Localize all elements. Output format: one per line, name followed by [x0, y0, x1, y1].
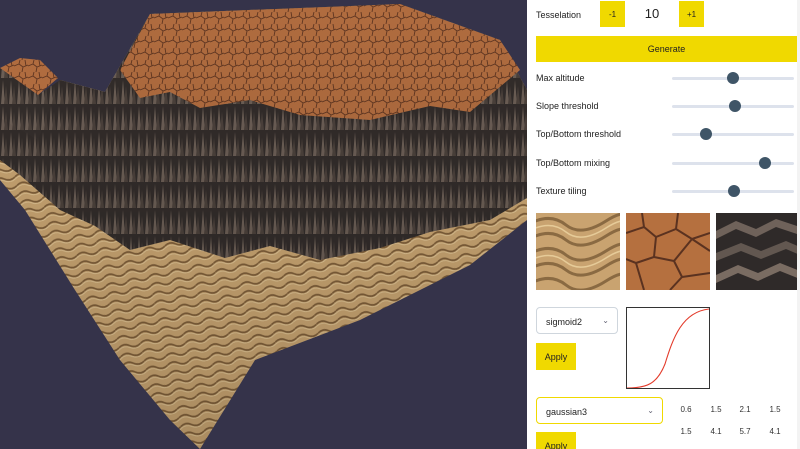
slider-label: Slope threshold — [536, 101, 599, 111]
mud-texture-image — [626, 213, 710, 290]
slider-row: Texture tiling — [527, 181, 800, 201]
sand-texture-image — [536, 213, 620, 290]
terrain-viewport[interactable] — [0, 0, 527, 449]
chevron-down-icon: ⌄ — [647, 406, 654, 415]
slider-row: Max altitude — [527, 68, 800, 88]
curve-function-value: sigmoid2 — [546, 317, 583, 327]
param-cell: 1.5 — [680, 427, 692, 436]
sigmoid-curve-plot — [626, 308, 710, 389]
param-cell: 1.5 — [769, 405, 781, 414]
gaussian-function-value: gaussian3 — [546, 407, 588, 417]
param-cell: 4.1 — [710, 427, 722, 436]
slider-label: Top/Bottom mixing — [536, 158, 611, 168]
tesselation-value: 10 — [644, 6, 660, 21]
tesselation-increase-button[interactable]: +1 — [679, 1, 704, 27]
tesselation-row: Tesselation -1 10 +1 — [527, 0, 800, 30]
chevron-down-icon: ⌄ — [602, 316, 609, 325]
slider-thumb[interactable] — [727, 72, 739, 84]
rock-texture-thumbnail[interactable] — [716, 213, 800, 290]
sigmoid-curve-line — [626, 308, 710, 389]
sand-texture-thumbnail[interactable] — [536, 213, 620, 290]
slider-label: Texture tiling — [536, 186, 587, 196]
curve-apply-button[interactable]: Apply — [536, 343, 576, 370]
slider-track[interactable] — [672, 162, 794, 165]
param-cell: 2.1 — [739, 405, 751, 414]
generate-button[interactable]: Generate — [536, 36, 797, 62]
tesselation-label: Tesselation — [536, 10, 582, 20]
slider-thumb[interactable] — [728, 185, 741, 197]
gaussian-apply-button[interactable]: Apply — [536, 432, 576, 449]
slider-thumb[interactable] — [729, 100, 742, 112]
mud-texture-thumbnail[interactable] — [626, 213, 710, 290]
tesselation-decrease-button[interactable]: -1 — [600, 1, 625, 27]
terrain-render[interactable] — [0, 0, 527, 449]
slider-row: Top/Bottom mixing — [527, 153, 800, 173]
slider-label: Max altitude — [536, 73, 585, 83]
rock-texture-image — [716, 213, 800, 290]
param-cell: 4.1 — [769, 427, 781, 436]
slider-label: Top/Bottom threshold — [536, 129, 622, 139]
slider-row: Slope threshold — [527, 96, 800, 116]
control-panel: Tesselation -1 10 +1 Generate Max altitu… — [527, 0, 800, 449]
slider-track[interactable] — [672, 133, 794, 136]
param-cell: 5.7 — [739, 427, 751, 436]
gaussian-function-select[interactable]: gaussian3 ⌄ — [536, 397, 663, 424]
slider-row: Top/Bottom threshold — [527, 124, 800, 144]
curve-preview — [626, 307, 710, 389]
slider-thumb[interactable] — [758, 157, 771, 169]
param-cell: 1.5 — [710, 405, 722, 414]
curve-function-select[interactable]: sigmoid2 ⌄ — [536, 307, 618, 334]
param-cell: 0.6 — [680, 405, 692, 414]
slider-thumb[interactable] — [700, 128, 713, 140]
